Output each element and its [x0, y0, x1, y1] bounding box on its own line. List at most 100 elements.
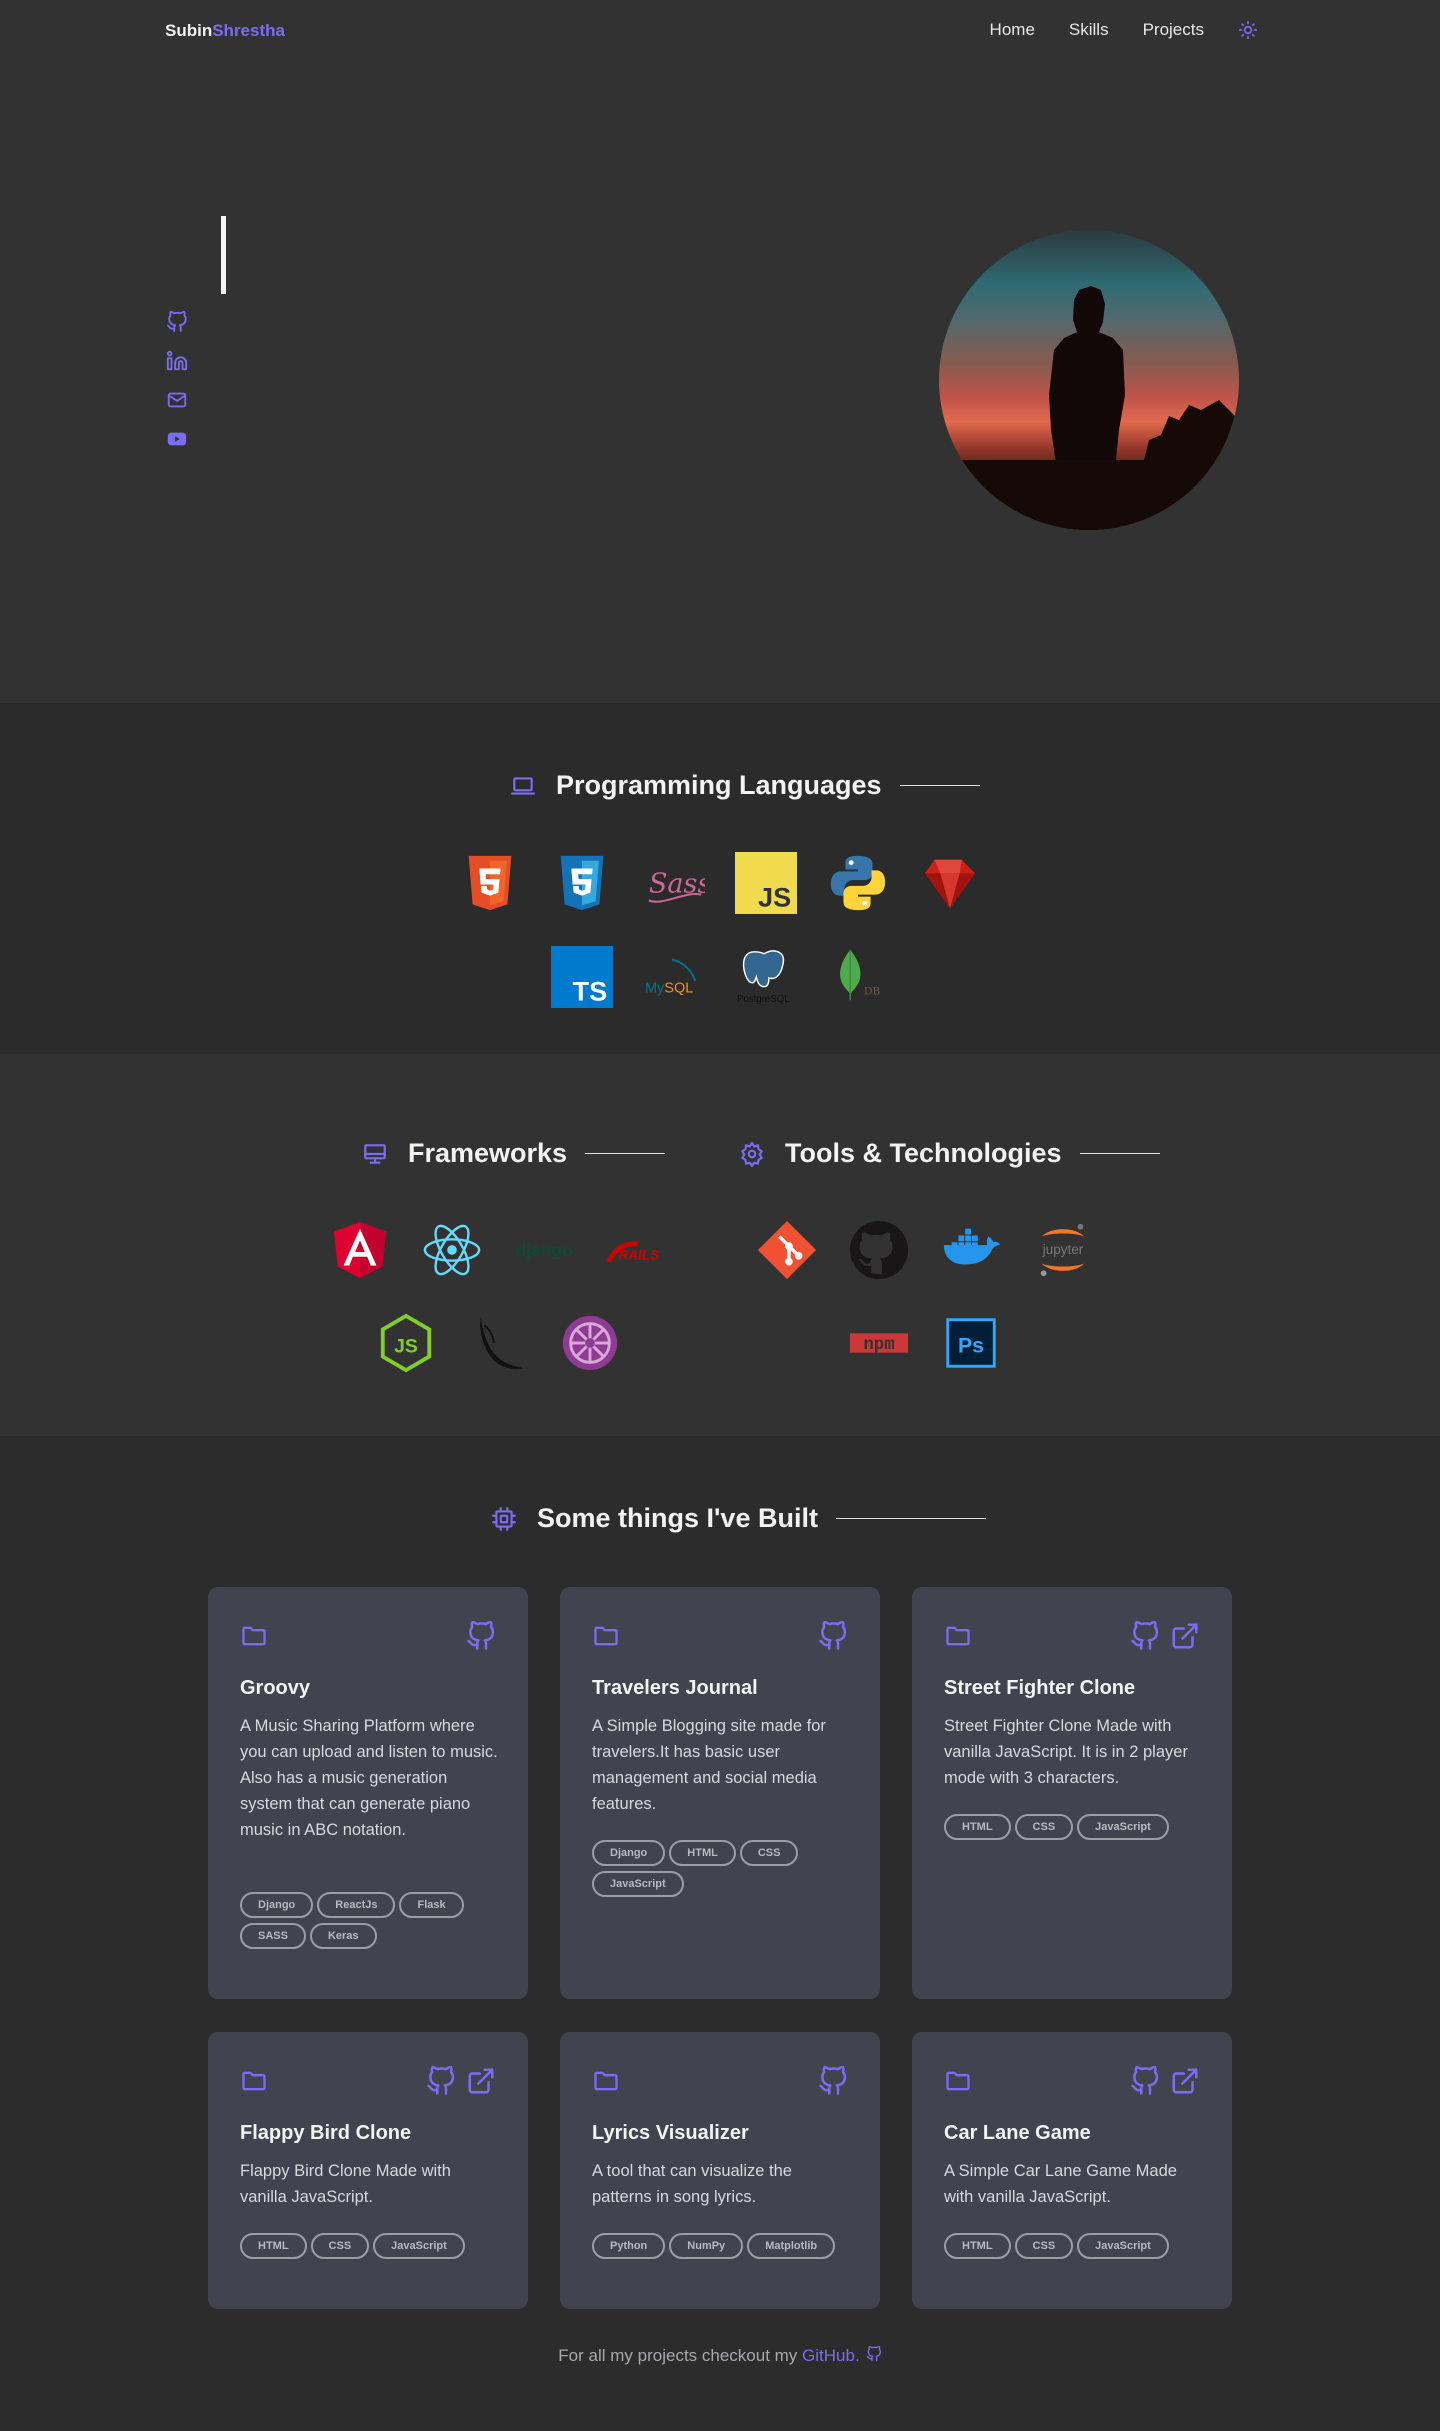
github-icon[interactable]	[818, 2066, 848, 2096]
project-title: Car Lane Game	[944, 2122, 1091, 2144]
tag: HTML	[669, 1840, 736, 1866]
jupyter-logo: jupyter	[1032, 1219, 1094, 1281]
github-link[interactable]: GitHub.	[802, 2346, 860, 2365]
desktop-icon	[364, 1143, 386, 1164]
tag: JavaScript	[1077, 2233, 1169, 2259]
languages-section: Programming Languages Sass JS TS MySQL P…	[0, 703, 1440, 1054]
project-card: Groovy A Music Sharing Platform where yo…	[208, 1587, 528, 1999]
svg-text:jupyter: jupyter	[1042, 1242, 1084, 1257]
tag: Django	[592, 1840, 666, 1866]
tag: JavaScript	[1077, 1814, 1169, 1840]
project-description: Flappy Bird Clone Made with vanilla Java…	[240, 2162, 451, 2206]
css3-logo	[551, 852, 613, 914]
project-description: Street Fighter Clone Made with vanilla J…	[944, 1717, 1188, 1787]
typescript-logo: TS	[551, 946, 613, 1008]
tag: HTML	[240, 2233, 307, 2259]
project-links	[1130, 2066, 1200, 2096]
nav-projects[interactable]: Projects	[1143, 20, 1204, 40]
project-links	[818, 1621, 848, 1651]
mysql-logo: MySQL	[643, 946, 705, 1008]
youtube-icon[interactable]	[166, 428, 188, 450]
project-links	[466, 1621, 496, 1651]
nav-skills[interactable]: Skills	[1069, 20, 1109, 40]
projects-title: Some things I've Built	[537, 1503, 818, 1533]
tag: Keras	[309, 1923, 377, 1949]
project-tags: Django HTML CSS JavaScript	[592, 1840, 852, 1897]
tag: JavaScript	[592, 1871, 684, 1897]
frameworks-heading: Frameworks	[362, 1138, 666, 1169]
footer-prefix: For all my projects checkout my	[558, 2346, 798, 2365]
project-links	[1130, 1621, 1200, 1651]
languages-heading: Programming Languages	[510, 770, 980, 801]
tag: HTML	[944, 2233, 1011, 2259]
tag: HTML	[944, 1814, 1011, 1840]
svg-text:TS: TS	[573, 975, 608, 1006]
typing-caret	[221, 216, 226, 294]
project-title: Lyrics Visualizer	[592, 2122, 749, 2144]
project-links	[818, 2066, 848, 2096]
tag: CSS	[310, 2233, 370, 2259]
external-link-icon[interactable]	[1170, 2066, 1200, 2096]
project-description: A Simple Blogging site made for traveler…	[592, 1717, 826, 1813]
external-link-icon[interactable]	[466, 2066, 496, 2096]
javascript-logo: JS	[735, 852, 797, 914]
flask-logo	[467, 1312, 529, 1374]
svg-text:PostgreSQL: PostgreSQL	[737, 994, 790, 1005]
tools-heading: Tools & Technologies	[739, 1138, 1160, 1169]
postgresql-logo: PostgreSQL	[735, 946, 797, 1008]
svg-text:RAILS: RAILS	[619, 1248, 660, 1263]
django-logo: django	[513, 1219, 575, 1281]
projects-footer-note: For all my projects checkout my GitHub.	[0, 2345, 1440, 2366]
react-logo	[421, 1219, 483, 1281]
project-card: Car Lane Game A Simple Car Lane Game Mad…	[912, 2032, 1232, 2309]
github-icon[interactable]	[166, 311, 188, 333]
gear-icon	[741, 1141, 763, 1167]
chip-icon	[492, 1506, 516, 1531]
github-icon[interactable]	[466, 1621, 496, 1651]
folder-icon	[946, 2071, 970, 2091]
github-icon[interactable]	[866, 2345, 882, 2362]
linkedin-icon[interactable]	[166, 350, 188, 372]
external-link-icon[interactable]	[1170, 1621, 1200, 1651]
mail-icon[interactable]	[166, 389, 188, 411]
brand-last: Shrestha	[212, 21, 285, 40]
project-tags: HTML CSS JavaScript	[944, 1814, 1204, 1840]
hero-section	[0, 62, 1440, 703]
heading-divider	[1079, 1153, 1160, 1154]
laptop-icon	[511, 776, 535, 795]
github-icon[interactable]	[1130, 2066, 1160, 2096]
project-title: Travelers Journal	[592, 1677, 758, 1699]
svg-text:django: django	[515, 1240, 572, 1260]
keras-logo	[559, 1312, 621, 1374]
project-tags: HTML CSS JavaScript	[944, 2233, 1204, 2259]
project-description: A Simple Car Lane Game Made with vanilla…	[944, 2162, 1177, 2206]
angular-logo	[329, 1219, 391, 1281]
github-icon[interactable]	[426, 2066, 456, 2096]
tag: ReactJs	[317, 1892, 396, 1918]
folder-icon	[242, 1626, 266, 1646]
project-tags: HTML CSS JavaScript	[240, 2233, 500, 2259]
photoshop-logo: Ps	[940, 1312, 1002, 1374]
project-title: Flappy Bird Clone	[240, 2122, 412, 2144]
svg-text:npm: npm	[863, 1335, 894, 1355]
project-description: A tool that can visualize the patterns i…	[592, 2162, 792, 2206]
docker-logo	[940, 1219, 1002, 1281]
sun-icon[interactable]	[1238, 20, 1258, 40]
brand-logo[interactable]: SubinShrestha	[165, 21, 285, 41]
github-icon[interactable]	[818, 1621, 848, 1651]
tag: CSS	[739, 1840, 799, 1866]
sass-logo: Sass	[643, 852, 705, 914]
github-icon[interactable]	[1130, 1621, 1160, 1651]
nodejs-logo: JS	[375, 1312, 437, 1374]
tag: CSS	[1014, 1814, 1074, 1840]
svg-text:MySQL: MySQL	[645, 981, 693, 997]
frameworks-tools-section: Frameworks Tools & Technologies django R…	[0, 1054, 1440, 1436]
svg-text:DB: DB	[864, 984, 881, 997]
project-title: Groovy	[240, 1677, 311, 1699]
nav-home[interactable]: Home	[990, 20, 1035, 40]
tag: Flask	[399, 1892, 464, 1918]
folder-icon	[242, 2071, 266, 2091]
avatar-silhouette	[939, 286, 1239, 530]
project-card: Flappy Bird Clone Flappy Bird Clone Made…	[208, 2032, 528, 2309]
folder-icon	[594, 1626, 618, 1646]
